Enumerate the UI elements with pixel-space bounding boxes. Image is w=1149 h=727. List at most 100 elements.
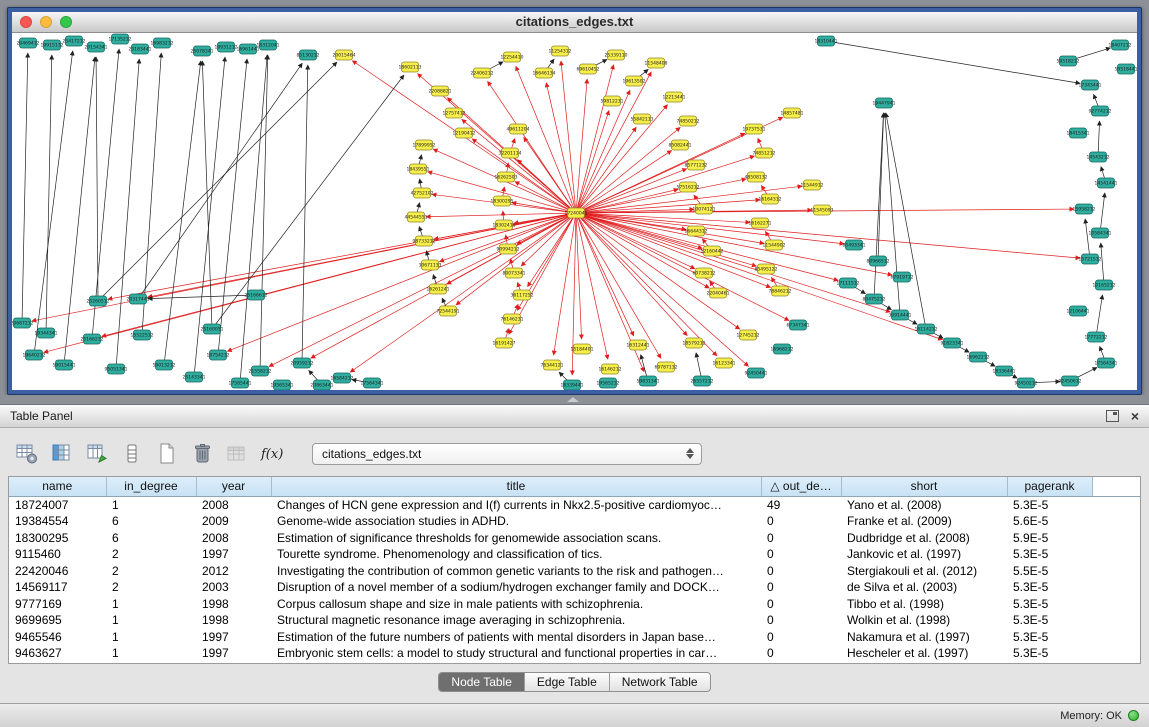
graph-node[interactable]: 25160051 xyxy=(201,324,224,334)
table-row[interactable]: 977716911998Corpus callosum shape and si… xyxy=(9,596,1140,613)
graph-node[interactable]: 22040461 xyxy=(707,288,730,298)
graph-node[interactable]: 18407212 xyxy=(1109,40,1132,50)
import-table-icon[interactable] xyxy=(224,442,250,466)
graph-node[interactable]: 12213441 xyxy=(663,92,686,102)
graph-node[interactable]: 19931212 xyxy=(215,42,238,52)
graph-node[interactable]: 23183441 xyxy=(129,44,152,54)
graph-node[interactable]: 16164312 xyxy=(759,194,782,204)
new-column-icon[interactable] xyxy=(154,442,180,466)
tab-edge-table[interactable]: Edge Table xyxy=(525,673,610,691)
graph-node[interactable]: 10584341 xyxy=(1089,228,1112,238)
graph-node[interactable]: 16962212 xyxy=(967,352,990,362)
graph-node[interactable]: 11254312 xyxy=(549,46,572,56)
graph-node[interactable]: 19640212 xyxy=(23,350,46,360)
network-view-window[interactable]: citations_edges.txt 17240041 20015464 1860… xyxy=(7,7,1142,395)
show-columns-icon[interactable] xyxy=(49,442,75,466)
graph-node[interactable]: 74851212 xyxy=(753,148,776,158)
graph-node[interactable]: 17240041 xyxy=(565,208,588,218)
graph-node[interactable]: 49611204 xyxy=(507,124,530,134)
table-row[interactable]: 946554611997Estimation of the future num… xyxy=(9,629,1140,646)
graph-node[interactable]: 20015464 xyxy=(333,50,356,60)
column-header-year[interactable]: year xyxy=(196,477,271,496)
graph-node[interactable]: 17564341 xyxy=(1095,358,1118,368)
graph-node[interactable]: 59518441 xyxy=(1115,64,1137,74)
graph-node[interactable]: 18310441 xyxy=(815,36,838,46)
graph-node[interactable]: 17564341 xyxy=(361,378,384,388)
graph-node[interactable]: 20317441 xyxy=(127,294,150,304)
graph-node[interactable]: 25417212 xyxy=(63,36,86,46)
graph-node[interactable]: 18415341 xyxy=(1067,128,1090,138)
graph-node[interactable]: 12190412 xyxy=(453,128,476,138)
graph-node[interactable]: 91823341 xyxy=(941,338,964,348)
graph-node[interactable]: 15721512 xyxy=(1079,254,1102,264)
function-builder-icon[interactable]: f(x) xyxy=(259,442,285,466)
graph-node[interactable]: 16123341 xyxy=(713,358,736,368)
graph-node[interactable]: 17343441 xyxy=(1079,80,1102,90)
row-height-icon[interactable] xyxy=(119,442,145,466)
graph-node[interactable]: 22088821 xyxy=(429,86,452,96)
graph-node[interactable]: 10074121 xyxy=(693,204,716,214)
graph-node[interactable]: 44544551 xyxy=(405,212,428,222)
table-row[interactable]: 911546021997Tourette syndrome. Phenomeno… xyxy=(9,546,1140,563)
graph-node[interactable]: 17135212 xyxy=(109,34,132,44)
graph-node[interactable]: 85493341 xyxy=(843,240,866,250)
graph-node[interactable]: 11545093 xyxy=(811,205,834,215)
delete-column-icon[interactable] xyxy=(189,442,215,466)
graph-node[interactable]: 59015441 xyxy=(53,360,76,370)
graph-node[interactable]: 12745212 xyxy=(737,330,760,340)
graph-node[interactable]: 92450612 xyxy=(1059,376,1082,386)
graph-node[interactable]: 80966512 xyxy=(867,256,890,266)
graph-node[interactable]: 85495122 xyxy=(755,264,778,274)
column-header-name[interactable]: name xyxy=(9,477,106,496)
column-header-in_degree[interactable]: in_degree xyxy=(106,477,196,496)
graph-node[interactable]: 74850212 xyxy=(677,116,700,126)
graph-node[interactable]: 20959212 xyxy=(291,358,314,368)
graph-node[interactable]: 26557212 xyxy=(691,376,714,386)
table-row[interactable]: 1938455462009Genome-wide association stu… xyxy=(9,513,1140,530)
graph-node[interactable]: 20687212 xyxy=(12,318,34,328)
graph-node[interactable]: 25339110 xyxy=(605,50,628,60)
graph-node[interactable]: 14543212 xyxy=(1087,152,1110,162)
column-header-title[interactable]: title xyxy=(271,477,761,496)
graph-node[interactable]: 85130212 xyxy=(297,50,320,60)
graph-node[interactable]: 17585441 xyxy=(229,378,252,388)
graph-node[interactable]: 59831341 xyxy=(637,376,660,386)
close-panel-icon[interactable]: × xyxy=(1131,409,1139,423)
table-row[interactable]: 2242004622012Investigating the contribut… xyxy=(9,563,1140,580)
graph-node[interactable]: 98733212 xyxy=(413,236,436,246)
graph-node[interactable]: 11544912 xyxy=(801,180,824,190)
graph-node[interactable]: 17111512 xyxy=(837,278,860,288)
edit-columns-icon[interactable] xyxy=(84,442,110,466)
graph-node[interactable]: 16968212 xyxy=(771,344,794,354)
graph-node[interactable]: 11548408 xyxy=(645,58,668,68)
graph-node[interactable]: 92774212 xyxy=(1089,106,1112,116)
graph-node[interactable]: 60738212 xyxy=(693,268,716,278)
graph-node[interactable]: 12106441 xyxy=(1067,306,1090,316)
graph-node[interactable]: 30671133 xyxy=(419,260,442,270)
table-row[interactable]: 1872400712008Changes of HCN gene express… xyxy=(9,496,1140,513)
graph-node[interactable]: 59518212 xyxy=(1057,56,1080,66)
graph-node[interactable]: 16644312 xyxy=(685,226,708,236)
graph-node[interactable]: 19565341 xyxy=(271,380,294,390)
window-titlebar[interactable]: citations_edges.txt xyxy=(12,12,1137,33)
graph-node[interactable]: 16191427 xyxy=(493,338,516,348)
graph-node[interactable]: 20154341 xyxy=(85,42,108,52)
graph-node[interactable]: 18439551 xyxy=(407,164,430,174)
graph-node[interactable]: 67919712 xyxy=(891,272,914,282)
graph-node[interactable]: 19737531 xyxy=(743,124,766,134)
graph-node[interactable]: 19447941 xyxy=(873,98,896,108)
graph-node[interactable]: 16162271 xyxy=(749,218,772,228)
graph-node[interactable]: 14857481 xyxy=(781,108,804,118)
column-header-short[interactable]: short xyxy=(841,477,1007,496)
graph-node[interactable]: 17899952 xyxy=(413,140,436,150)
graph-node[interactable]: 85771232 xyxy=(685,160,708,170)
table-row[interactable]: 1456911722003Disruption of a novel membe… xyxy=(9,579,1140,596)
graph-node[interactable]: 18602113 xyxy=(399,62,422,72)
graph-node[interactable]: 32201114 xyxy=(499,148,522,158)
float-panel-icon[interactable] xyxy=(1106,410,1119,422)
graph-node[interactable]: 18300295 xyxy=(491,196,514,206)
graph-node[interactable]: 12254410 xyxy=(501,52,524,62)
column-header-out_degree[interactable]: △ out_de… xyxy=(761,477,841,496)
graph-node[interactable]: 80073341 xyxy=(503,268,526,278)
graph-node[interactable]: 18754212 xyxy=(207,350,230,360)
